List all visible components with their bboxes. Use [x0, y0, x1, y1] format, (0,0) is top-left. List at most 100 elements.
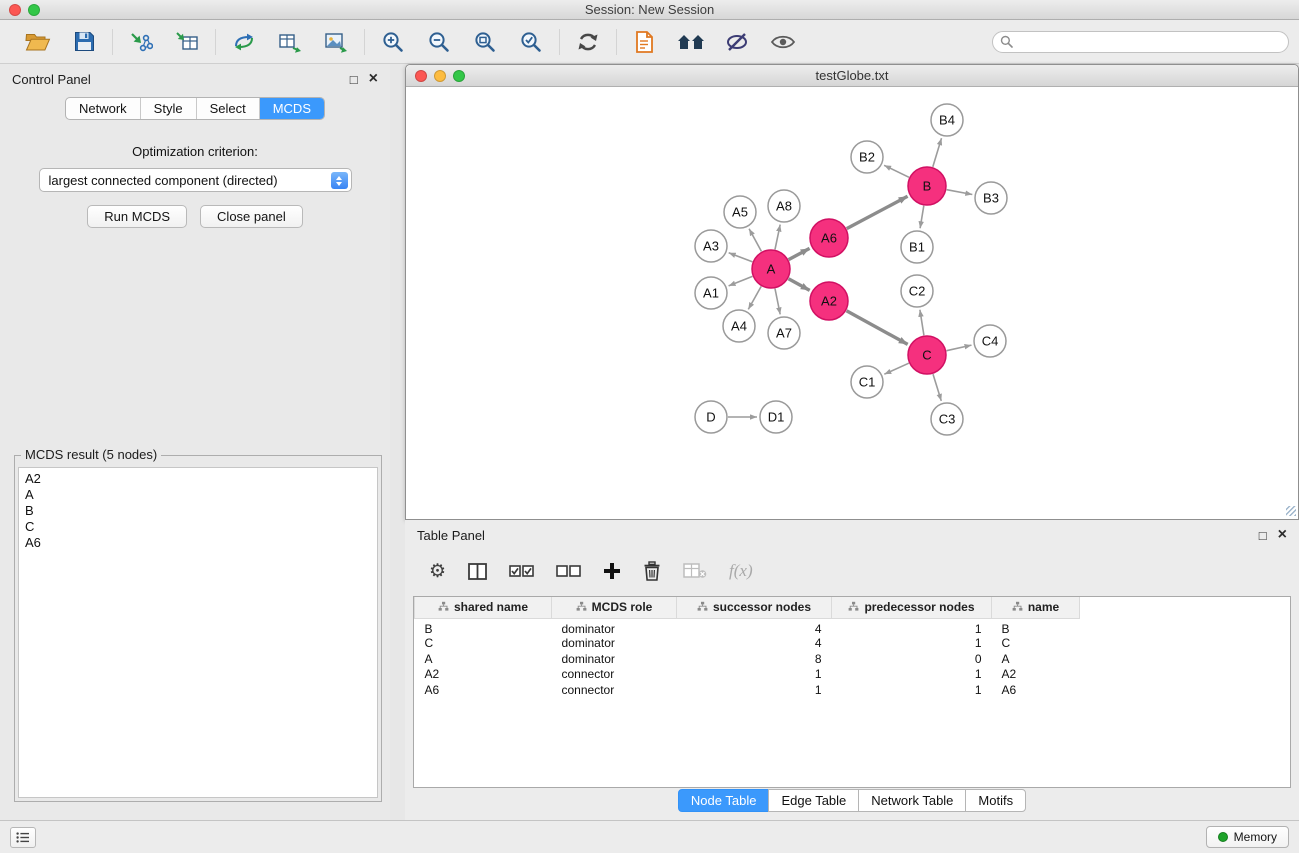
table-row[interactable]: Cdominator41C: [415, 636, 1291, 652]
result-item[interactable]: B: [25, 503, 371, 519]
export-table-icon[interactable]: [275, 27, 305, 57]
column-header-name[interactable]: name: [992, 597, 1080, 618]
edge-A-A6[interactable]: [789, 248, 810, 259]
table-cell[interactable]: C: [415, 636, 552, 652]
edge-C-C3[interactable]: [933, 374, 941, 401]
table-cell[interactable]: 4: [677, 636, 832, 652]
network-zoom-light[interactable]: [453, 70, 465, 82]
edge-B-B2[interactable]: [884, 165, 909, 177]
table-cell[interactable]: C: [992, 636, 1080, 652]
delete-column-icon[interactable]: [643, 561, 661, 581]
table-row[interactable]: A2connector11A2: [415, 667, 1291, 683]
table-cell[interactable]: 4: [677, 618, 832, 636]
node-C2[interactable]: C2: [901, 275, 933, 307]
network-minimize-light[interactable]: [434, 70, 446, 82]
refresh-layout-icon[interactable]: [573, 27, 603, 57]
gear-icon[interactable]: ⚙: [429, 562, 446, 581]
edge-A-A5[interactable]: [749, 229, 761, 252]
table-cell[interactable]: A: [415, 651, 552, 667]
edge-C-C1[interactable]: [884, 363, 909, 374]
table-row[interactable]: A6connector11A6: [415, 682, 1291, 698]
delete-table-icon[interactable]: [683, 563, 707, 579]
node-A3[interactable]: A3: [695, 230, 727, 262]
node-A6[interactable]: A6: [810, 219, 848, 257]
result-item[interactable]: A6: [25, 535, 371, 551]
table-row[interactable]: Bdominator41B: [415, 618, 1291, 636]
mcds-result-list[interactable]: A2ABCA6: [18, 467, 378, 798]
close-panel-icon[interactable]: ×: [369, 71, 378, 87]
add-column-icon[interactable]: [603, 562, 621, 580]
node-B4[interactable]: B4: [931, 104, 963, 136]
edge-B-B3[interactable]: [947, 190, 973, 195]
resize-grip[interactable]: [1285, 505, 1297, 517]
table-cell[interactable]: connector: [552, 667, 677, 683]
node-C4[interactable]: C4: [974, 325, 1006, 357]
node-A1[interactable]: A1: [695, 277, 727, 309]
save-session-icon[interactable]: [69, 27, 99, 57]
column-select-icon[interactable]: [468, 563, 487, 580]
edge-A-A3[interactable]: [729, 253, 753, 262]
node-B2[interactable]: B2: [851, 141, 883, 173]
tab-edge-table[interactable]: Edge Table: [768, 789, 859, 812]
node-A[interactable]: A: [752, 250, 790, 288]
edge-A-A7[interactable]: [775, 289, 780, 315]
column-header-MCDS-role[interactable]: MCDS role: [552, 597, 677, 618]
task-history-icon[interactable]: [10, 827, 36, 848]
zoom-out-icon[interactable]: [424, 27, 454, 57]
table-cell[interactable]: dominator: [552, 636, 677, 652]
tab-mcds[interactable]: MCDS: [259, 98, 324, 119]
select-all-rows-icon[interactable]: [509, 565, 534, 578]
node-D1[interactable]: D1: [760, 401, 792, 433]
node-B3[interactable]: B3: [975, 182, 1007, 214]
close-window-light[interactable]: [9, 4, 21, 16]
hide-panel-icon[interactable]: [722, 27, 752, 57]
table-cell[interactable]: 1: [677, 667, 832, 683]
table-row[interactable]: Adominator80A: [415, 651, 1291, 667]
node-A5[interactable]: A5: [724, 196, 756, 228]
table-cell[interactable]: 1: [832, 667, 992, 683]
zoom-in-icon[interactable]: [378, 27, 408, 57]
table-cell[interactable]: A2: [415, 667, 552, 683]
table-cell[interactable]: 1: [832, 636, 992, 652]
show-graphics-icon[interactable]: [768, 27, 798, 57]
edge-B-B1[interactable]: [920, 206, 924, 229]
table-cell[interactable]: B: [992, 618, 1080, 636]
tab-network-table[interactable]: Network Table: [858, 789, 966, 812]
close-table-panel-icon[interactable]: ×: [1278, 527, 1287, 543]
result-item[interactable]: C: [25, 519, 371, 535]
edge-C-C2[interactable]: [920, 310, 924, 335]
edge-A2-C[interactable]: [847, 311, 908, 345]
network-close-light[interactable]: [415, 70, 427, 82]
table-cell[interactable]: dominator: [552, 651, 677, 667]
node-table-container[interactable]: shared nameMCDS rolesuccessor nodesprede…: [413, 596, 1291, 788]
table-cell[interactable]: 1: [677, 682, 832, 698]
export-image-icon[interactable]: [321, 27, 351, 57]
memory-button[interactable]: Memory: [1206, 826, 1289, 848]
run-mcds-button[interactable]: Run MCDS: [87, 205, 187, 228]
zoom-fit-icon[interactable]: [470, 27, 500, 57]
node-D[interactable]: D: [695, 401, 727, 433]
close-panel-button[interactable]: Close panel: [200, 205, 303, 228]
column-header-predecessor-nodes[interactable]: predecessor nodes: [832, 597, 992, 618]
node-B[interactable]: B: [908, 167, 946, 205]
float-panel-icon[interactable]: □: [350, 73, 358, 86]
node-B1[interactable]: B1: [901, 231, 933, 263]
table-cell[interactable]: dominator: [552, 618, 677, 636]
tab-network[interactable]: Network: [66, 98, 140, 119]
table-cell[interactable]: 8: [677, 651, 832, 667]
edge-A-A1[interactable]: [729, 276, 753, 286]
table-cell[interactable]: 1: [832, 618, 992, 636]
table-cell[interactable]: A6: [415, 682, 552, 698]
edge-A6-B[interactable]: [847, 196, 908, 228]
tab-node-table[interactable]: Node Table: [678, 789, 770, 812]
edge-A-A4[interactable]: [748, 286, 761, 309]
tab-style[interactable]: Style: [140, 98, 196, 119]
deselect-all-rows-icon[interactable]: [556, 565, 581, 578]
network-window-titlebar[interactable]: testGlobe.txt: [406, 65, 1298, 87]
tab-motifs[interactable]: Motifs: [965, 789, 1026, 812]
node-A4[interactable]: A4: [723, 310, 755, 342]
edge-C-C4[interactable]: [947, 345, 972, 351]
search-input[interactable]: [1013, 35, 1281, 49]
search-field[interactable]: [992, 31, 1289, 53]
node-C3[interactable]: C3: [931, 403, 963, 435]
